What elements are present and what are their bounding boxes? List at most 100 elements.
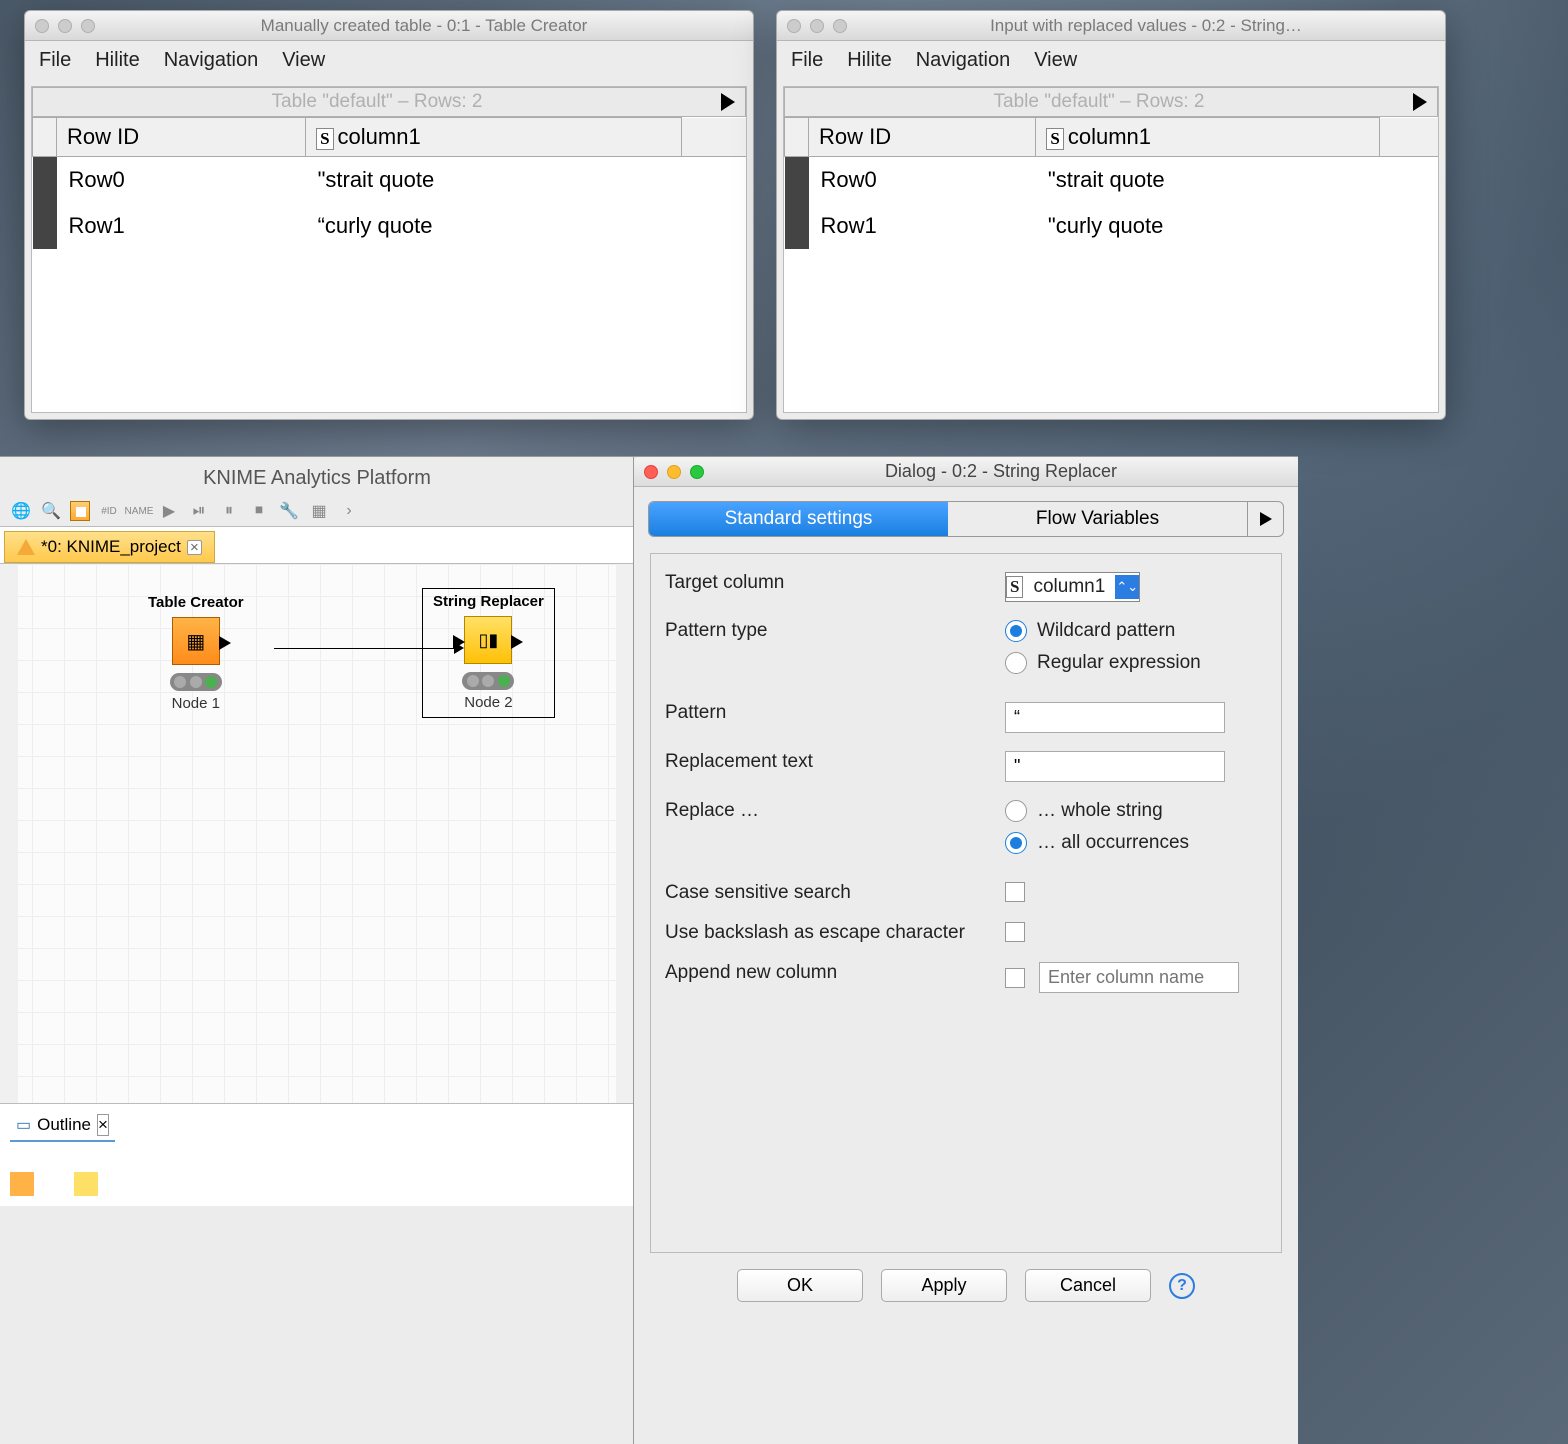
node-icon[interactable]: ▯▮ xyxy=(464,616,512,664)
node-status xyxy=(462,672,514,690)
layout-icon[interactable]: ▦ xyxy=(308,500,330,522)
cell-col1: "strait quote xyxy=(1036,157,1379,204)
node-title: String Replacer xyxy=(433,593,544,610)
menu-hilite[interactable]: Hilite xyxy=(95,49,139,72)
col-column1[interactable]: Scolumn1 xyxy=(1036,118,1379,157)
tab-flow-variables[interactable]: Flow Variables xyxy=(948,502,1247,536)
table-row[interactable]: Row1 “curly quote xyxy=(33,203,747,249)
close-icon[interactable] xyxy=(644,465,658,479)
menu-navigation[interactable]: Navigation xyxy=(916,49,1011,72)
new-node-icon[interactable] xyxy=(70,501,90,521)
close-view-icon[interactable]: × xyxy=(97,1114,109,1136)
data-table: Row ID Scolumn1 Row0 "strait quote Row1 … xyxy=(784,117,1438,249)
table-header-text: Table "default" – Rows: 2 xyxy=(33,91,721,113)
radio-regex[interactable]: Regular expression xyxy=(1005,652,1267,674)
col-column1[interactable]: Scolumn1 xyxy=(306,118,682,157)
pause-icon[interactable]: ⏸ xyxy=(218,500,240,522)
out-port-icon[interactable] xyxy=(219,636,231,650)
case-sensitive-checkbox[interactable] xyxy=(1005,882,1025,902)
node-table-creator[interactable]: Table Creator ▦ Node 1 xyxy=(148,594,244,712)
close-icon[interactable] xyxy=(35,19,49,33)
more-icon[interactable]: › xyxy=(338,500,360,522)
workflow-tab[interactable]: *0: KNIME_project × xyxy=(4,531,215,563)
titlebar[interactable]: Input with replaced values - 0:2 - Strin… xyxy=(777,11,1445,41)
play-icon[interactable]: ▶ xyxy=(158,500,180,522)
label-replace: Replace … xyxy=(665,800,1005,822)
menu-navigation[interactable]: Navigation xyxy=(164,49,259,72)
string-type-icon: S xyxy=(1006,576,1023,598)
radio-wildcard[interactable]: Wildcard pattern xyxy=(1005,620,1267,642)
help-icon[interactable]: ? xyxy=(1169,1273,1195,1299)
cell-rowid: Row0 xyxy=(57,157,306,204)
minimize-icon[interactable] xyxy=(810,19,824,33)
radio-all-occurrences[interactable]: … all occurrences xyxy=(1005,832,1267,854)
radio-whole-string[interactable]: … whole string xyxy=(1005,800,1267,822)
node-icon[interactable]: ▦ xyxy=(172,617,220,665)
menu-view[interactable]: View xyxy=(282,49,325,72)
titlebar[interactable]: Manually created table - 0:1 - Table Cre… xyxy=(25,11,753,41)
editor-tabs: *0: KNIME_project × xyxy=(0,527,634,564)
dialog-title: Dialog - 0:2 - String Replacer xyxy=(714,461,1288,482)
pattern-input[interactable] xyxy=(1005,702,1225,733)
stop-icon[interactable]: ⏹ xyxy=(248,500,270,522)
mini-node xyxy=(74,1172,98,1200)
table-header: Table "default" – Rows: 2 xyxy=(784,87,1438,117)
cell-col1: "strait quote xyxy=(306,157,682,204)
col-rowid[interactable]: Row ID xyxy=(809,118,1036,157)
menu-file[interactable]: File xyxy=(791,49,823,72)
col-rowid[interactable]: Row ID xyxy=(57,118,306,157)
radio-icon xyxy=(1005,620,1027,642)
apply-button[interactable]: Apply xyxy=(881,1269,1007,1302)
menu-hilite[interactable]: Hilite xyxy=(847,49,891,72)
row-handle[interactable] xyxy=(33,157,57,204)
minimize-icon[interactable] xyxy=(667,465,681,479)
node-title: Table Creator xyxy=(148,594,244,611)
radio-icon xyxy=(1005,800,1027,822)
cell-col1: "curly quote xyxy=(1036,203,1379,249)
zoom-icon[interactable] xyxy=(833,19,847,33)
workflow-canvas[interactable]: Table Creator ▦ Node 1 String Replacer ▯… xyxy=(0,564,634,1104)
configure-icon[interactable]: 🔧 xyxy=(278,500,300,522)
app-title: KNIME Analytics Platform xyxy=(0,457,634,496)
close-icon[interactable] xyxy=(787,19,801,33)
zoom-icon[interactable] xyxy=(81,19,95,33)
ok-button[interactable]: OK xyxy=(737,1269,863,1302)
play-icon[interactable] xyxy=(721,93,735,111)
play-icon[interactable] xyxy=(1413,93,1427,111)
row-handle[interactable] xyxy=(33,203,57,249)
close-tab-icon[interactable]: × xyxy=(187,540,202,555)
tab-overflow-icon[interactable] xyxy=(1247,502,1283,536)
data-table: Row ID Scolumn1 Row0 "strait quote Row1 … xyxy=(32,117,746,249)
menu-file[interactable]: File xyxy=(39,49,71,72)
backslash-escape-checkbox[interactable] xyxy=(1005,922,1025,942)
connection[interactable] xyxy=(274,648,454,649)
id-icon[interactable]: #ID xyxy=(98,500,120,522)
menu-view[interactable]: View xyxy=(1034,49,1077,72)
dialog-tabs: Standard settings Flow Variables xyxy=(648,501,1284,537)
minimize-icon[interactable] xyxy=(58,19,72,33)
row-handle[interactable] xyxy=(785,203,809,249)
outline-tab[interactable]: ▭ Outline × xyxy=(10,1110,115,1142)
outline-minimap[interactable] xyxy=(10,1172,624,1200)
menubar: File Hilite Navigation View xyxy=(25,41,753,80)
append-column-checkbox[interactable] xyxy=(1005,968,1025,988)
target-column-select[interactable]: S column1 ⌃⌄ xyxy=(1005,572,1140,602)
node-string-replacer[interactable]: String Replacer ▯▮ Node 2 xyxy=(422,588,555,718)
string-replacer-dialog: Dialog - 0:2 - String Replacer Standard … xyxy=(633,456,1298,1444)
table-row[interactable]: Row0 "strait quote xyxy=(33,157,747,204)
row-handle[interactable] xyxy=(785,157,809,204)
append-column-name-input[interactable] xyxy=(1039,962,1239,993)
table-row[interactable]: Row1 "curly quote xyxy=(785,203,1439,249)
tab-standard-settings[interactable]: Standard settings xyxy=(649,502,948,536)
zoom-icon[interactable] xyxy=(690,465,704,479)
replacement-input[interactable] xyxy=(1005,751,1225,782)
name-icon[interactable]: NAME xyxy=(128,500,150,522)
cell-rowid: Row0 xyxy=(809,157,1036,204)
out-port-icon[interactable] xyxy=(511,635,523,649)
table-row[interactable]: Row0 "strait quote xyxy=(785,157,1439,204)
step-icon[interactable]: ⏯ xyxy=(188,500,210,522)
cancel-button[interactable]: Cancel xyxy=(1025,1269,1151,1302)
zoom-world-icon[interactable]: 🌐 xyxy=(10,500,32,522)
titlebar[interactable]: Dialog - 0:2 - String Replacer xyxy=(634,457,1298,487)
magnify-icon[interactable]: 🔍 xyxy=(40,500,62,522)
